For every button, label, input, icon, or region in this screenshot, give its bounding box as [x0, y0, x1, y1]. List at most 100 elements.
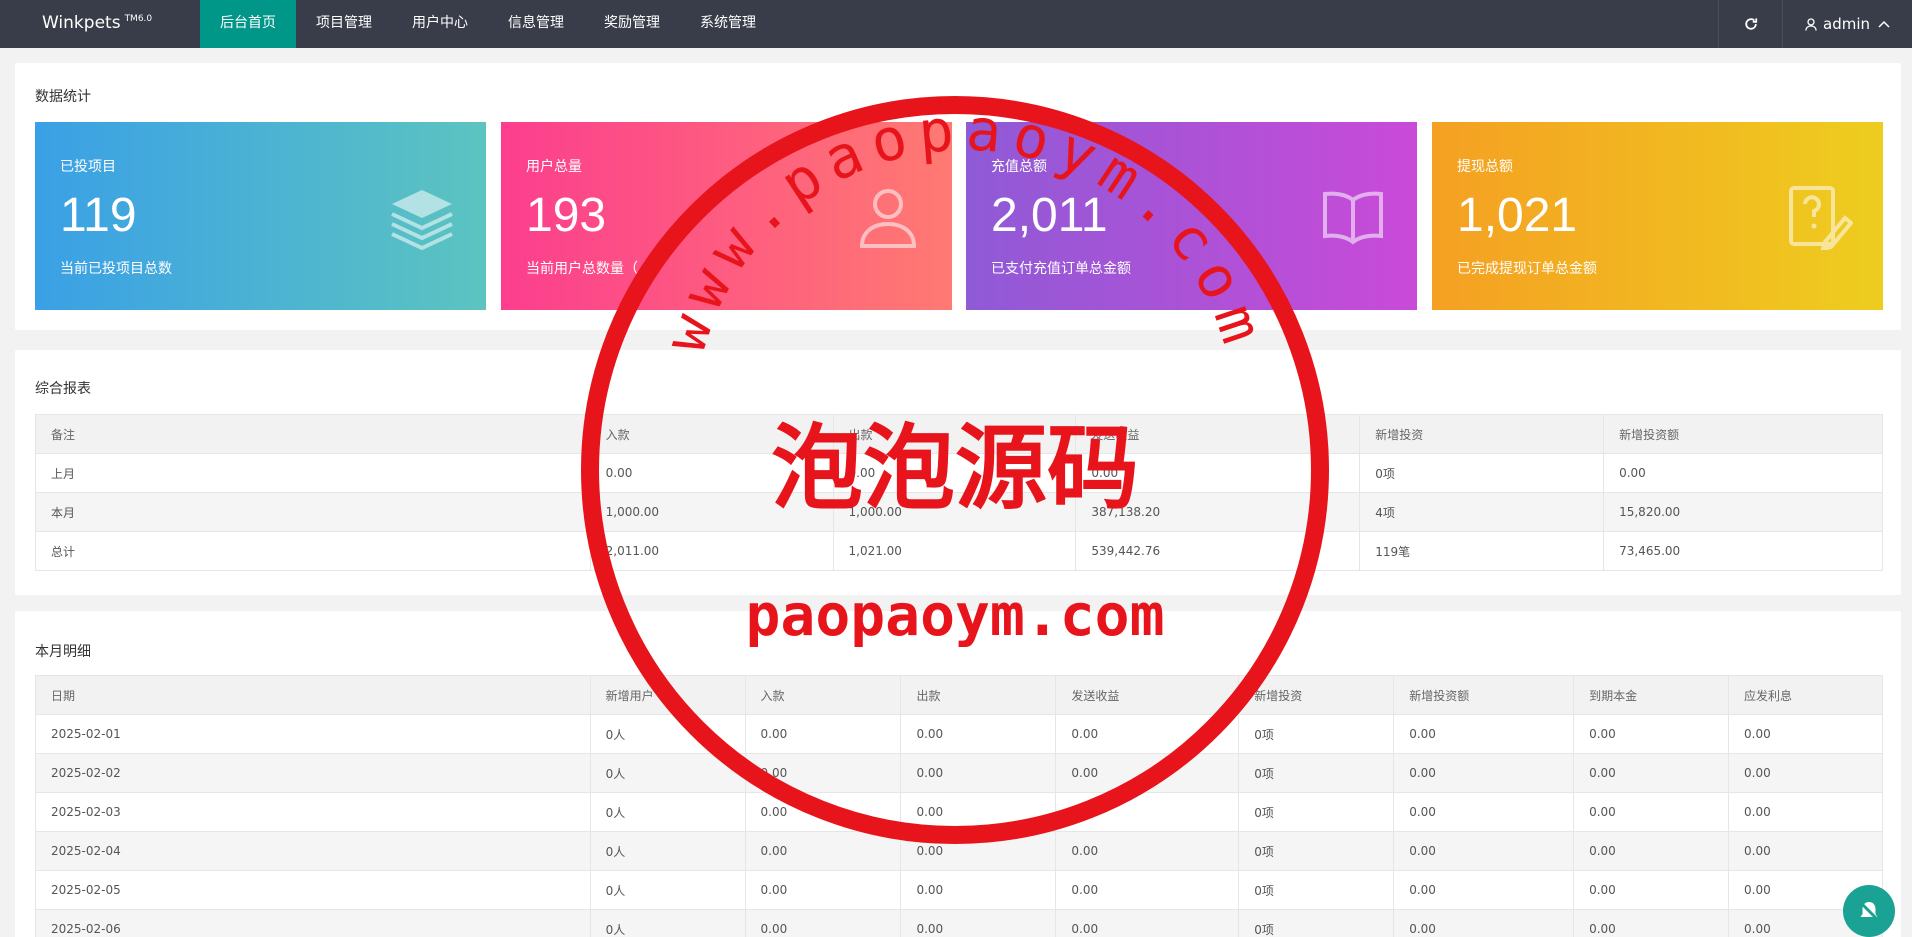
- brand-logo[interactable]: Winkpets TM6.0: [42, 0, 152, 48]
- table-row: 2025-02-04 0人 0.00 0.00 0.00 0项 0.00 0.00 0.00: [35, 831, 1883, 871]
- cell: 0人: [589, 753, 746, 793]
- cell: 0.00: [744, 714, 902, 754]
- cell: 0.00: [1055, 870, 1240, 910]
- cell: 0.00: [589, 453, 834, 493]
- cell: 2,011.00: [589, 531, 834, 571]
- nav-item-home[interactable]: 后台首页: [200, 0, 296, 48]
- col-header: 应发利息: [1728, 675, 1883, 715]
- cell: 2025-02-01: [35, 714, 591, 754]
- cell: 0.00: [1393, 909, 1575, 937]
- stat-caption: 当前已投项目总数: [60, 261, 172, 277]
- stat-card-recharge[interactable]: 充值总额 2,011 已支付充值订单总金额: [966, 122, 1417, 310]
- table-row: 2025-02-06 0人 0.00 0.00 0.00 0项 0.00 0.00 0.00: [35, 909, 1883, 937]
- chevron-up-icon: [1878, 20, 1890, 28]
- cell: 0.00: [900, 870, 1057, 910]
- cell: 0.00: [1573, 753, 1730, 793]
- brand-name: Winkpets: [42, 13, 121, 33]
- stat-value: 2,011: [991, 189, 1108, 242]
- stat-caption: 已完成提现订单总金额: [1457, 261, 1597, 277]
- nav-item-info[interactable]: 信息管理: [488, 0, 584, 48]
- table-row: 总计 2,011.00 1,021.00 539,442.76 119笔 73,…: [35, 531, 1883, 571]
- col-header: 发送收益: [1055, 675, 1240, 715]
- cell: 0.00: [900, 714, 1057, 754]
- stat-label: 用户总量: [526, 159, 582, 175]
- cell: 0.00: [1573, 831, 1730, 871]
- col-header: 发送收益: [1075, 414, 1361, 454]
- cell: 2025-02-03: [35, 792, 591, 832]
- refresh-icon: [1744, 18, 1757, 30]
- cell: 2025-02-06: [35, 909, 591, 937]
- cell: 0.00: [1728, 831, 1883, 871]
- table-row: 上月 0.00 0.00 0.00 0项 0.00: [35, 453, 1883, 493]
- cell: 0.00: [1055, 792, 1240, 832]
- cell: 0.00: [900, 792, 1057, 832]
- cell: 15,820.00: [1603, 492, 1883, 532]
- stat-card-users[interactable]: 用户总量 193 当前用户总数量（人）: [501, 122, 952, 310]
- user-name: admin: [1823, 15, 1870, 33]
- monthly-table: 日期 新增用户 入款 出款 发送收益 新增投资 新增投资额 到期本金 应发利息 …: [35, 675, 1883, 937]
- cell: 0人: [589, 792, 746, 832]
- col-header: 新增投资: [1238, 675, 1395, 715]
- col-header: 出款: [900, 675, 1057, 715]
- cell: 0.00: [1573, 714, 1730, 754]
- nav-item-rewards[interactable]: 奖励管理: [584, 0, 680, 48]
- cell: 0.00: [1573, 909, 1730, 937]
- layers-icon: [391, 190, 453, 250]
- cell: 0.00: [1055, 753, 1240, 793]
- report-title: 综合报表: [35, 381, 91, 397]
- notification-toggle-button[interactable]: [1843, 885, 1895, 937]
- book-icon: [1323, 191, 1383, 245]
- cell: 0项: [1238, 792, 1395, 832]
- table-header-row: 备注 入款 出款 发送收益 新增投资 新增投资额: [35, 414, 1883, 454]
- cell: 0.00: [744, 831, 902, 871]
- cell: 0人: [589, 909, 746, 937]
- cell: 0.00: [744, 753, 902, 793]
- col-header: 日期: [35, 675, 591, 715]
- refresh-button[interactable]: [1718, 0, 1782, 48]
- cell: 1,021.00: [832, 531, 1077, 571]
- stat-caption: 已支付充值订单总金额: [991, 261, 1131, 277]
- col-header: 入款: [589, 414, 834, 454]
- cell: 0.00: [744, 909, 902, 937]
- cell: 0.00: [1393, 831, 1575, 871]
- table-row: 2025-02-01 0人 0.00 0.00 0.00 0项 0.00 0.00 0.00: [35, 714, 1883, 754]
- cell: 0项: [1238, 909, 1395, 937]
- col-header: 新增用户: [589, 675, 746, 715]
- monthly-title: 本月明细: [35, 644, 91, 660]
- main-nav: 后台首页 项目管理 用户中心 信息管理 奖励管理 系统管理: [200, 0, 776, 48]
- stat-caption: 当前用户总数量（人）: [526, 261, 666, 277]
- col-header: 到期本金: [1573, 675, 1730, 715]
- cell: 0.00: [1603, 453, 1883, 493]
- cell: 总计: [35, 531, 591, 571]
- brand-version: TM6.0: [124, 14, 153, 24]
- stat-label: 充值总额: [991, 159, 1047, 175]
- cell: 0.00: [832, 453, 1077, 493]
- table-row: 2025-02-02 0人 0.00 0.00 0.00 0项 0.00 0.00 0.00: [35, 753, 1883, 793]
- col-header: 备注: [35, 414, 591, 454]
- cell: 本月: [35, 492, 591, 532]
- nav-item-users[interactable]: 用户中心: [392, 0, 488, 48]
- cell: 1,000.00: [589, 492, 834, 532]
- cell: 0.00: [1728, 792, 1883, 832]
- table-header-row: 日期 新增用户 入款 出款 发送收益 新增投资 新增投资额 到期本金 应发利息: [35, 675, 1883, 715]
- stat-label: 已投项目: [60, 159, 116, 175]
- cell: 0项: [1238, 753, 1395, 793]
- cell: 0.00: [1573, 792, 1730, 832]
- nav-item-projects[interactable]: 项目管理: [296, 0, 392, 48]
- stat-value: 119: [60, 189, 137, 242]
- cell: 0.00: [1728, 714, 1883, 754]
- stat-card-withdraw[interactable]: 提现总额 1,021 已完成提现订单总金额: [1432, 122, 1883, 310]
- cell: 0.00: [1393, 870, 1575, 910]
- cell: 0人: [589, 870, 746, 910]
- cell: 4项: [1359, 492, 1605, 532]
- col-header: 出款: [832, 414, 1077, 454]
- nav-item-system[interactable]: 系统管理: [680, 0, 776, 48]
- user-menu[interactable]: admin: [1782, 0, 1912, 48]
- cell: 539,442.76: [1075, 531, 1361, 571]
- table-row: 本月 1,000.00 1,000.00 387,138.20 4项 15,82…: [35, 492, 1883, 532]
- edit-doc-icon: [1789, 186, 1853, 250]
- col-header: 新增投资: [1359, 414, 1605, 454]
- cell: 0.00: [900, 831, 1057, 871]
- stat-card-projects[interactable]: 已投项目 119 当前已投项目总数: [35, 122, 486, 310]
- cell: 387,138.20: [1075, 492, 1361, 532]
